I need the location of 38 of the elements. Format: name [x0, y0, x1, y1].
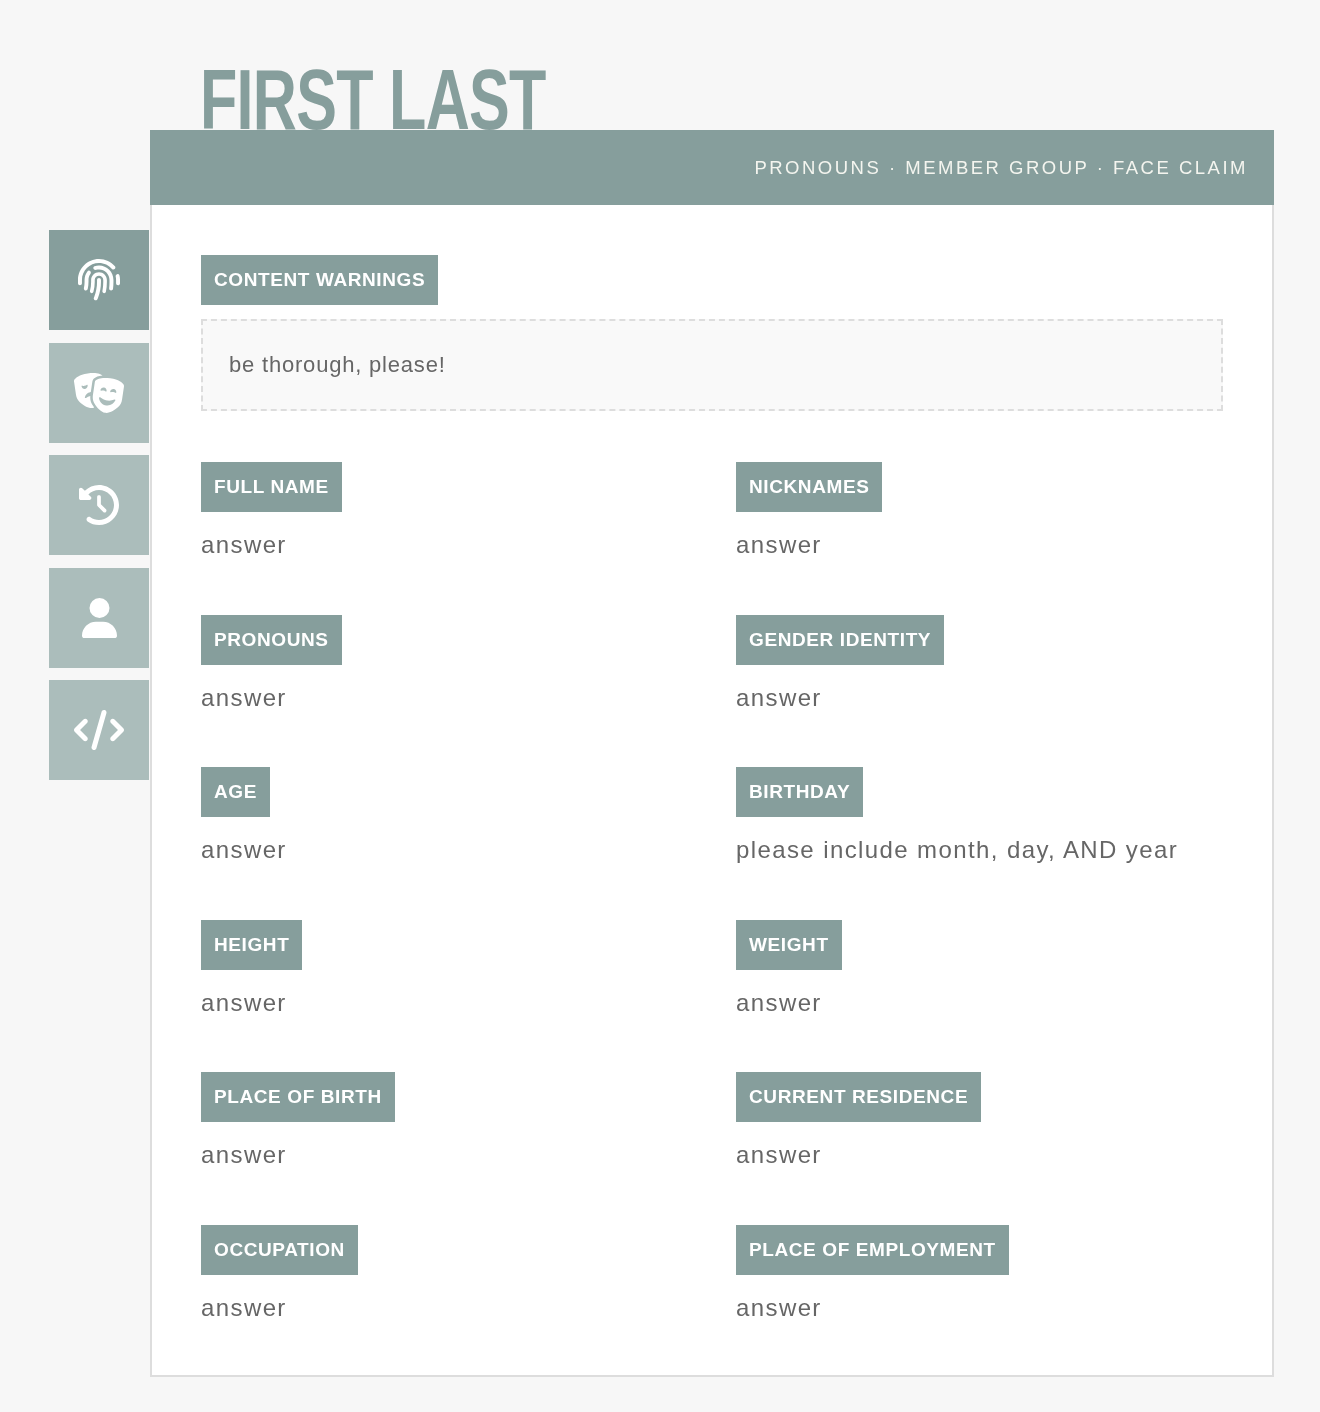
- field-answer: please include month, day, AND year: [736, 835, 1179, 865]
- field-label: FULL NAME: [201, 462, 342, 512]
- history-icon: [79, 485, 119, 525]
- profile-tab[interactable]: [49, 455, 149, 555]
- field-answer: answer: [201, 530, 287, 560]
- field-answer: answer: [736, 530, 822, 560]
- field-answer: answer: [736, 682, 822, 713]
- field-answer: answer: [201, 1140, 287, 1170]
- field-answer: answer: [736, 987, 822, 1018]
- field-label: BIRTHDAY: [736, 767, 864, 817]
- field-answer: answer: [201, 835, 287, 865]
- field-answer: answer: [201, 682, 287, 713]
- profile-tab[interactable]: [49, 680, 149, 780]
- field-label: GENDER IDENTITY: [736, 614, 945, 665]
- field-label: AGE: [201, 767, 270, 817]
- field-label: WEIGHT: [736, 919, 842, 970]
- profile-tab[interactable]: [49, 342, 149, 443]
- field-label: OCCUPATION: [201, 1224, 358, 1275]
- field-answer: answer: [736, 1140, 822, 1170]
- code-icon: [74, 710, 124, 750]
- field-label: PLACE OF EMPLOYMENT: [736, 1224, 1009, 1275]
- field-answer: answer: [201, 1292, 287, 1323]
- fingerprint-icon: [78, 259, 120, 301]
- section-label: CONTENT WARNINGS: [201, 255, 439, 305]
- user-icon: [81, 597, 117, 638]
- field-label: PLACE OF BIRTH: [201, 1072, 395, 1122]
- profile-tab[interactable]: [49, 567, 149, 668]
- theater-masks-icon: [74, 372, 124, 413]
- field-label: NICKNAMES: [736, 462, 883, 512]
- field-label: HEIGHT: [201, 919, 303, 970]
- field-label: PRONOUNS: [201, 614, 342, 665]
- content-warnings-note: be thorough, please!: [201, 319, 1223, 411]
- field-label: CURRENT RESIDENCE: [736, 1072, 982, 1122]
- character-name: FIRST LAST: [200, 68, 546, 130]
- field-answer: answer: [736, 1292, 822, 1323]
- profile-tab[interactable]: [49, 230, 149, 330]
- profile-meta: PRONOUNS · MEMBER GROUP · FACE CLAIM: [754, 156, 1248, 179]
- field-answer: answer: [201, 987, 287, 1018]
